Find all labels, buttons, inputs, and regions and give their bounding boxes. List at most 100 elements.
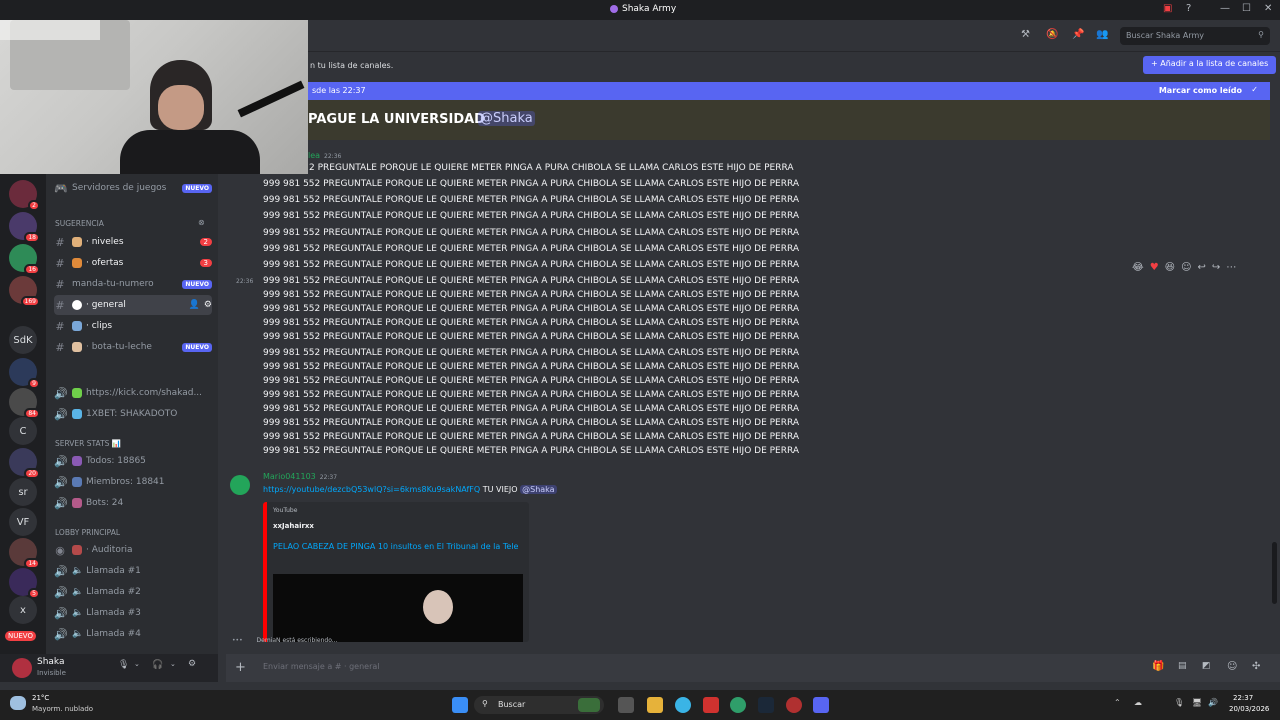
tray-volume-icon[interactable]: 🔊	[1208, 698, 1218, 707]
server-icon[interactable]: 20	[9, 448, 40, 479]
server-c[interactable]: C	[9, 417, 37, 445]
inbox-icon[interactable]: ▣	[1163, 3, 1172, 14]
voice-auditoria[interactable]: ◉ · Auditoria	[54, 540, 212, 560]
stat-miembros[interactable]: 🔊 Miembros: 18841	[54, 472, 212, 492]
minimize-button[interactable]: —	[1220, 3, 1230, 14]
server-icon[interactable]: 5	[9, 568, 40, 599]
add-attachment-icon[interactable]: +	[235, 660, 246, 675]
server-icon[interactable]: 14	[9, 538, 40, 569]
server-x[interactable]: x	[9, 596, 37, 624]
gift-icon[interactable]: 🎁	[1152, 661, 1164, 672]
headphones-icon[interactable]: 🎧	[152, 660, 163, 670]
stat-todos[interactable]: 🔊 Todos: 18865	[54, 451, 212, 471]
search-input[interactable]: Buscar Shaka Army ⚲	[1120, 27, 1270, 45]
server-icon[interactable]: 18	[9, 212, 40, 243]
voice-llamada-3[interactable]: 🔊 🔈 Llamada #3	[54, 603, 212, 623]
reaction-laugh-icon[interactable]: 😂	[1132, 262, 1144, 273]
settings-gear-icon[interactable]: ⚙	[204, 300, 212, 310]
help-icon[interactable]: ?	[1186, 3, 1191, 14]
steam-icon[interactable]	[758, 697, 774, 713]
notifications-muted-icon[interactable]: 🔕	[1046, 29, 1058, 41]
user-mention[interactable]: @Shaka	[478, 111, 535, 126]
tray-network-icon[interactable]: 🖥	[1192, 698, 1202, 707]
wps-office-icon[interactable]	[703, 697, 719, 713]
channel-manda-tu-numero[interactable]: # manda-tu-numero NUEVO	[54, 274, 212, 294]
server-icon[interactable]: 16	[9, 244, 40, 275]
lobby-category[interactable]: LOBBY PRINCIPAL	[55, 528, 120, 537]
invite-icon[interactable]: 👤	[189, 300, 200, 310]
add-reaction-icon[interactable]: ☺	[1181, 262, 1191, 273]
channel-general[interactable]: # · general 👤 ⚙	[54, 295, 212, 315]
server-icon[interactable]: 2	[9, 180, 40, 211]
sticker-icon[interactable]: ◩	[1202, 661, 1211, 671]
task-view-icon[interactable]	[618, 697, 634, 713]
members-icon[interactable]: 👥	[1096, 29, 1108, 41]
embed-title[interactable]: PELAO CABEZA DE PINGA 10 insultos en El …	[273, 540, 523, 554]
avatar[interactable]	[230, 475, 250, 495]
close-button[interactable]: ✕	[1264, 3, 1272, 14]
channel-niveles[interactable]: # · niveles 2	[54, 232, 212, 252]
server-sdk[interactable]: SdK	[9, 326, 37, 354]
voice-channel-1xbet[interactable]: 🔊 1XBET: SHAKADOTO	[54, 404, 212, 424]
apps-icon[interactable]: ✣	[1252, 661, 1260, 672]
tray-mic-icon[interactable]: 🎙	[1174, 698, 1184, 707]
message-author[interactable]: lea 22:36	[308, 151, 341, 160]
tray-chevron-icon[interactable]: ⌃	[1114, 698, 1121, 707]
gif-icon[interactable]: ▤	[1178, 661, 1187, 671]
microphone-icon[interactable]: 🎙	[118, 660, 129, 670]
file-explorer-icon[interactable]	[647, 697, 663, 713]
video-thumbnail[interactable]	[273, 574, 523, 642]
app-icon[interactable]	[786, 697, 802, 713]
windows-start-icon[interactable]	[452, 697, 468, 713]
channel-clips[interactable]: # · clips	[54, 316, 212, 336]
embed-author[interactable]: xxJahairxx	[273, 522, 314, 530]
message-author[interactable]: Mario041103 22:37	[263, 472, 337, 481]
mark-as-read-button[interactable]: Marcar como leído	[1159, 86, 1242, 95]
add-to-channel-list-button[interactable]: + Añadir a la lista de canales	[1143, 56, 1277, 74]
user-settings-icon[interactable]: ⚙	[188, 659, 196, 669]
taskbar-search[interactable]: ⚲ Buscar	[474, 696, 604, 714]
username[interactable]: Shaka	[37, 657, 65, 667]
server-icon[interactable]: 84	[9, 388, 40, 419]
composer-placeholder[interactable]: Enviar mensaje a #	[263, 662, 342, 671]
maximize-button[interactable]: ☐	[1242, 3, 1251, 14]
server-sr[interactable]: sr	[9, 478, 37, 506]
more-options-icon[interactable]: ⋯	[1226, 262, 1236, 273]
voice-channel-kick[interactable]: 🔊 https://kick.com/shakad...	[54, 383, 212, 403]
chevron-down-icon[interactable]: ⌄	[170, 660, 176, 668]
voice-llamada-4[interactable]: 🔊 🔈 Llamada #4	[54, 624, 212, 644]
chat-scrollbar[interactable]	[1272, 542, 1277, 604]
server-vf[interactable]: VF	[9, 508, 37, 536]
server-icon[interactable]: 169	[9, 276, 40, 307]
chrome-browser-icon[interactable]	[730, 697, 746, 713]
user-mention[interactable]: @Shaka	[520, 485, 557, 494]
server-icon[interactable]: 9	[9, 358, 40, 389]
edge-browser-icon[interactable]	[675, 697, 691, 713]
channel-ofertas[interactable]: # · ofertas 3	[54, 253, 212, 273]
reaction-emoji-icon[interactable]: 😆	[1165, 262, 1175, 273]
reaction-heart-icon[interactable]: ♥	[1150, 262, 1159, 273]
server-stats-category[interactable]: SERVER STATS 📊	[55, 439, 121, 448]
clock-time[interactable]: 22:37	[1233, 694, 1253, 702]
reply-icon[interactable]: ↩	[1198, 262, 1206, 273]
voice-llamada-2[interactable]: 🔊 🔈 Llamada #2	[54, 582, 212, 602]
stat-bots[interactable]: 🔊 Bots: 24	[54, 493, 212, 513]
chevron-down-icon[interactable]: ⌄	[134, 660, 140, 668]
emoji-picker-icon[interactable]: ☺	[1227, 661, 1237, 672]
discord-taskbar-icon[interactable]	[813, 697, 829, 713]
tray-app-icon[interactable]: ☁	[1134, 698, 1142, 707]
clock-date[interactable]: 20/03/2026	[1229, 705, 1269, 713]
threads-icon[interactable]: ⚒	[1021, 29, 1033, 41]
message-composer[interactable]: + Enviar mensaje a # · general 🎁 ▤ ◩ ☺ ✣	[226, 654, 1280, 682]
new-servers-badge[interactable]: NUEVO	[5, 631, 36, 641]
avatar[interactable]	[12, 658, 32, 678]
channel-bota-tu-leche[interactable]: # · bota-tu-leche NUEVO	[54, 337, 212, 357]
close-suggestion-icon[interactable]: ⊗	[198, 218, 205, 227]
weather-icon[interactable]	[10, 696, 26, 710]
game-servers-item[interactable]: 🎮 Servidores de juegos NUEVO	[54, 178, 212, 198]
pin-icon[interactable]: 📌	[1072, 29, 1084, 41]
forward-icon[interactable]: ↪	[1212, 262, 1220, 273]
youtube-link[interactable]: https://youtube/dezcbQ53wlQ?si=6kms8Ku9s…	[263, 485, 480, 494]
new-messages-bar[interactable]: sde las 22:37 Marcar como leído ✓	[308, 82, 1270, 100]
voice-llamada-1[interactable]: 🔊 🔈 Llamada #1	[54, 561, 212, 581]
